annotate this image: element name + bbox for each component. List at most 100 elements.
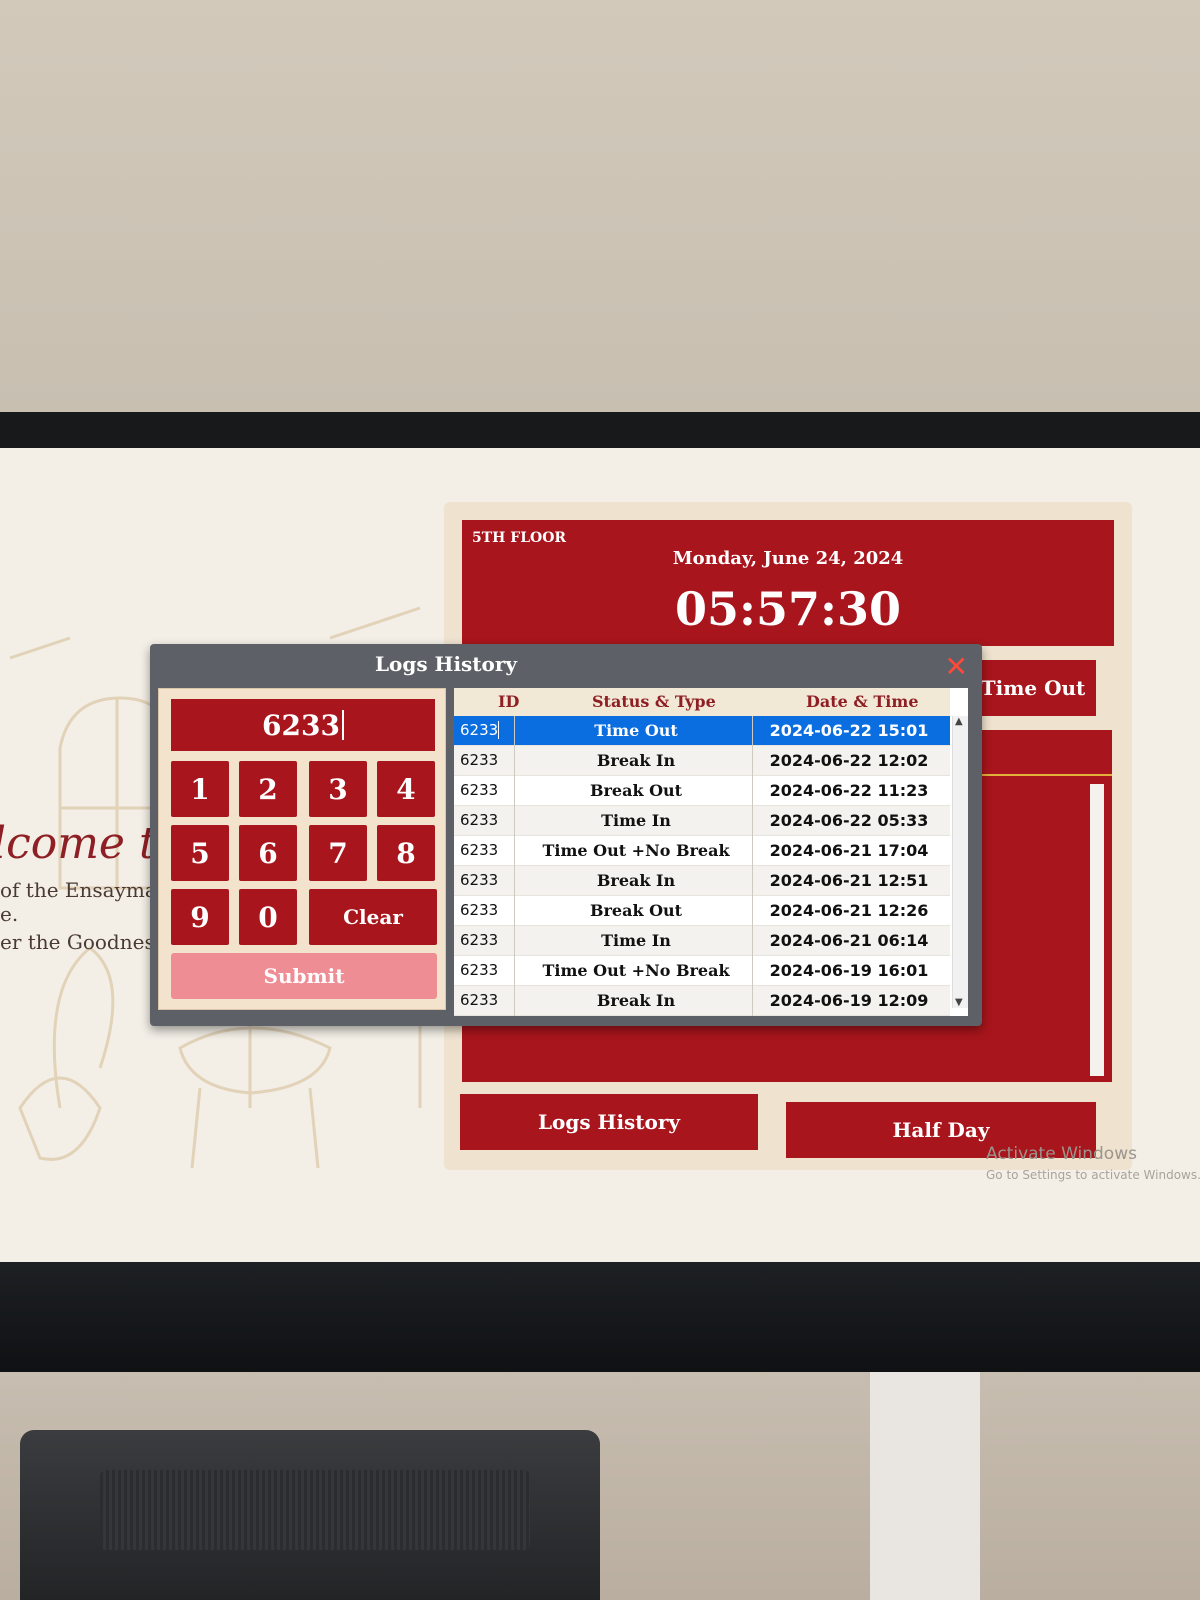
cell-status: Time In [601,931,671,950]
key-9[interactable]: 9 [171,889,229,945]
key-2[interactable]: 2 [239,761,297,817]
column-separator [514,806,515,836]
table-row[interactable]: 6233 Break Out 2024-06-21 12:26 [454,896,950,926]
key-0[interactable]: 0 [239,889,297,945]
key-5[interactable]: 5 [171,825,229,881]
key-4[interactable]: 4 [377,761,435,817]
table-body: 6233 Time Out 2024-06-22 15:01 6233 Break In… [454,716,950,1016]
table-row[interactable]: 6233 Time In 2024-06-21 06:14 [454,926,950,956]
cell-id: 6233 [460,781,499,799]
monitor-bezel-bottom [0,1262,1200,1372]
column-separator [514,986,515,1016]
column-separator [514,866,515,896]
log-area-scrollbar[interactable] [1090,784,1104,1076]
column-separator [514,776,515,806]
scroll-down-icon[interactable]: ▼ [955,997,963,1008]
cell-id: 6233 [460,721,500,739]
key-3[interactable]: 3 [309,761,367,817]
time-out-button[interactable]: Time Out [970,660,1096,716]
cell-datetime: 2024-06-21 06:14 [769,931,929,950]
keypad-panel: 6233 1 2 3 4 5 6 7 8 9 0 Clear Submit [158,688,446,1010]
cell-id: 6233 [460,871,499,889]
cell-id: 6233 [460,901,499,919]
wall-post [870,1372,980,1600]
key-8[interactable]: 8 [377,825,435,881]
table-row[interactable]: 6233 Time In 2024-06-22 05:33 [454,806,950,836]
column-separator [514,836,515,866]
table-row[interactable]: 6233 Time Out +No Break 2024-06-21 17:04 [454,836,950,866]
dialog-title: Logs History [374,652,518,676]
column-separator [514,926,515,956]
tagline-line-2: er the Goodness [0,930,165,954]
cell-id: 6233 [460,991,499,1009]
column-separator [752,776,753,806]
logs-history-button[interactable]: Logs History [460,1094,758,1150]
cell-status: Break In [596,991,676,1010]
table-row[interactable]: 6233 Break In 2024-06-19 12:09 [454,986,950,1016]
table-row[interactable]: 6233 Time Out 2024-06-22 15:01 [454,716,950,746]
table-row[interactable]: 6233 Break In 2024-06-21 12:51 [454,866,950,896]
column-separator [752,896,753,926]
monitor-bezel-top [0,412,1200,448]
column-header-status: Status & Type [592,692,716,711]
table-row[interactable]: 6233 Break Out 2024-06-22 11:23 [454,776,950,806]
clear-button[interactable]: Clear [309,889,437,945]
cell-id: 6233 [460,751,499,769]
cell-status: Time In [601,811,671,830]
tagline-text-1b: e. [0,902,19,926]
cell-status: Time Out +No Break [542,961,730,980]
column-separator [514,896,515,926]
cell-id: 6233 [460,841,499,859]
cell-status: Time Out +No Break [542,841,730,860]
cell-status: Time Out [594,721,678,740]
cell-status: Break In [596,871,676,890]
cell-datetime: 2024-06-22 15:01 [769,721,929,740]
close-icon[interactable]: ✕ [945,652,968,682]
cell-datetime: 2024-06-22 11:23 [769,781,929,800]
text-caret [341,710,344,740]
location-label: 5TH FLOOR [472,530,567,546]
table-header: ID Status & Type Date & Time [454,688,950,716]
column-separator [514,956,515,986]
column-separator [752,986,753,1016]
table-row[interactable]: 6233 Time Out +No Break 2024-06-19 16:01 [454,956,950,986]
cell-datetime: 2024-06-21 12:51 [769,871,929,890]
column-separator [514,716,515,746]
pin-value: 6233 [262,708,340,742]
table-scrollbar[interactable]: ▲ ▼ [952,716,968,1008]
column-separator [752,746,753,776]
key-7[interactable]: 7 [309,825,367,881]
column-separator [752,836,753,866]
cell-status: Break In [596,751,676,770]
cell-datetime: 2024-06-22 05:33 [769,811,929,830]
activate-windows-subtitle: Go to Settings to activate Windows. [986,1168,1200,1182]
scroll-up-icon[interactable]: ▲ [955,716,963,727]
current-date: Monday, June 24, 2024 [672,548,904,569]
clock-box: 5TH FLOOR Monday, June 24, 2024 05:57:30 [462,520,1114,646]
column-header-id: ID [498,692,520,711]
pin-input[interactable]: 6233 [171,699,435,751]
key-6[interactable]: 6 [239,825,297,881]
wall-background [0,0,1200,412]
column-separator [752,956,753,986]
cell-id: 6233 [460,931,499,949]
tagline-text-1: of the Ensaymad [0,878,170,902]
cell-status: Break Out [589,781,683,800]
speaker-device [20,1430,600,1600]
logs-table: ID Status & Type Date & Time 6233 Time Ou… [454,688,968,1016]
column-header-datetime: Date & Time [806,692,919,711]
key-1[interactable]: 1 [171,761,229,817]
speaker-grille [100,1470,530,1550]
submit-button[interactable]: Submit [171,953,437,999]
cell-datetime: 2024-06-21 12:26 [769,901,929,920]
table-row[interactable]: 6233 Break In 2024-06-22 12:02 [454,746,950,776]
column-separator [752,866,753,896]
column-separator [752,806,753,836]
screen: lcome t of the Ensaymad e. er the Goodne… [0,448,1200,1262]
column-separator [752,926,753,956]
tagline-line-1: of the Ensaymad e. [0,878,170,926]
cell-datetime: 2024-06-19 12:09 [769,991,929,1010]
activate-windows-title: Activate Windows [986,1144,1137,1164]
cell-datetime: 2024-06-22 12:02 [769,751,929,770]
welcome-heading: lcome t [0,818,157,869]
